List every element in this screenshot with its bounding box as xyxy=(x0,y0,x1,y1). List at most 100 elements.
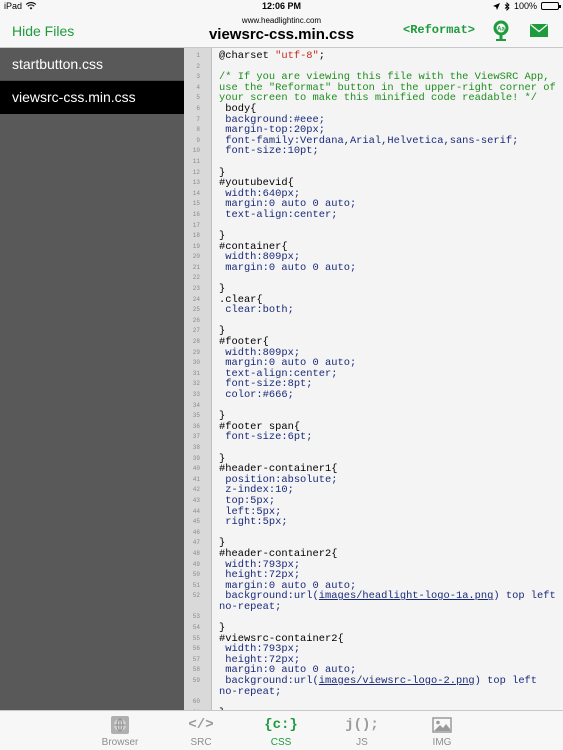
tab-js[interactable]: j(); JS xyxy=(332,714,392,748)
code-text: font-size:10pt; xyxy=(219,145,319,158)
line-number: 25 xyxy=(192,306,200,314)
code-line: 21 margin:0 auto 0 auto; xyxy=(184,263,563,274)
line-number: 59 xyxy=(192,677,200,685)
line-number: 39 xyxy=(192,454,200,462)
status-right: 100% xyxy=(492,1,561,11)
code-line: 48 #header-container2{ xyxy=(184,549,563,560)
tab-css[interactable]: {c:} CSS xyxy=(251,714,311,748)
line-number: 34 xyxy=(192,401,200,409)
code-line: 6 body{ xyxy=(184,104,563,115)
reformat-button[interactable]: <Reformat> xyxy=(403,23,475,37)
line-number: 35 xyxy=(192,412,200,420)
line-number: 4 xyxy=(196,83,200,91)
line-number: 10 xyxy=(192,147,200,155)
code-text: your screen to make this minified code r… xyxy=(219,92,538,105)
code-text: top:5px; xyxy=(219,494,276,507)
src-icon: </> xyxy=(188,717,214,733)
code-text: color:#666; xyxy=(219,389,294,401)
file-title: viewsrc-css.min.css xyxy=(208,26,355,43)
line-number: 32 xyxy=(192,380,200,388)
line-number: 57 xyxy=(192,655,200,663)
line-number: 8 xyxy=(196,126,200,134)
code-line: 16 text-align:center; xyxy=(184,210,563,221)
line-number: 54 xyxy=(192,624,200,632)
tab-label: SRC xyxy=(190,737,212,748)
tab-img[interactable]: IMG xyxy=(412,714,472,748)
css-icon: {c:} xyxy=(264,717,298,733)
code-line: 17 xyxy=(184,221,563,232)
line-number: 30 xyxy=(192,359,200,367)
browser-icon xyxy=(111,716,129,734)
tab-label: IMG xyxy=(432,737,452,748)
code-line: 26 xyxy=(184,316,563,327)
code-text: margin:0 auto 0 auto; xyxy=(219,261,357,274)
nav-title-block: www.headlightinc.com viewsrc-css.min.css xyxy=(0,16,563,43)
code-line: 45 right:5px; xyxy=(184,517,563,528)
js-icon: j(); xyxy=(345,717,379,733)
line-number: 6 xyxy=(196,104,200,112)
line-number: 52 xyxy=(192,592,200,600)
line-number: 27 xyxy=(192,327,200,335)
line-number: 7 xyxy=(196,115,200,123)
code-line: 1 @charset "utf-8"; xyxy=(184,51,563,62)
code-line: no-repeat; xyxy=(184,602,563,613)
line-number: 15 xyxy=(192,200,200,208)
line-number: 19 xyxy=(192,242,200,250)
status-time: 12:06 PM xyxy=(261,1,302,11)
globe-icon[interactable]: Aa xyxy=(492,20,510,42)
line-number: 17 xyxy=(192,221,200,229)
code-text: no-repeat; xyxy=(219,685,282,698)
code-text: font-size:6pt; xyxy=(219,431,313,444)
battery-icon xyxy=(541,2,561,10)
line-number: 45 xyxy=(192,518,200,526)
navigation-bar: Hide Files www.headlightinc.com viewsrc-… xyxy=(0,14,563,48)
code-line: 11 xyxy=(184,157,563,168)
code-line: 46 xyxy=(184,528,563,539)
line-number: 1 xyxy=(196,52,200,59)
battery-percent: 100% xyxy=(513,1,537,11)
line-number: 24 xyxy=(192,295,200,303)
status-bar: iPad 12:06 PM 100% xyxy=(0,0,563,14)
code-text: @charset "utf-8"; xyxy=(219,50,326,62)
line-number: 46 xyxy=(192,528,200,536)
line-number: 41 xyxy=(192,475,200,483)
site-url: www.headlightinc.com xyxy=(241,16,322,25)
line-number: 16 xyxy=(192,210,200,218)
svg-text:Aa: Aa xyxy=(497,27,505,33)
line-number: 60 xyxy=(192,698,200,706)
line-number: 23 xyxy=(192,285,200,293)
code-viewer[interactable]: 1 @charset "utf-8"; 2 3/* If you are viewin… xyxy=(184,48,563,710)
code-line: 33 color:#666; xyxy=(184,390,563,401)
line-number: 18 xyxy=(192,232,200,240)
line-number: 28 xyxy=(192,338,200,346)
code-line: 43 top:5px; xyxy=(184,496,563,507)
line-number: 5 xyxy=(196,94,200,102)
code-text: right:5px; xyxy=(219,516,288,529)
line-number: 58 xyxy=(192,666,200,674)
line-number: 50 xyxy=(192,571,200,579)
line-number: 43 xyxy=(192,496,200,504)
file-item-viewsrc-css[interactable]: viewsrc-css.min.css xyxy=(0,81,184,114)
code-text: body{ xyxy=(219,102,257,115)
file-item-startbutton[interactable]: startbutton.css xyxy=(0,48,184,81)
tab-browser[interactable]: Browser xyxy=(90,714,150,748)
line-number: 11 xyxy=(192,157,200,165)
line-number: 26 xyxy=(192,316,200,324)
line-number: 48 xyxy=(192,549,200,557)
line-number: 21 xyxy=(192,263,200,271)
mail-icon[interactable] xyxy=(530,24,548,37)
code-line: 53 xyxy=(184,612,563,623)
code-line: 37 font-size:6pt; xyxy=(184,432,563,443)
tab-src[interactable]: </> SRC xyxy=(171,714,231,748)
tab-bar: Browser </> SRC {c:} CSS j(); JS IMG xyxy=(0,710,563,750)
location-arrow-icon xyxy=(492,2,500,10)
line-number: 29 xyxy=(192,348,200,356)
code-line: 38 xyxy=(184,443,563,454)
line-number: 49 xyxy=(192,560,200,568)
line-number: 38 xyxy=(192,443,200,451)
bluetooth-icon xyxy=(504,1,510,11)
code-line: 25 clear:both; xyxy=(184,305,563,316)
line-number: 2 xyxy=(196,62,200,70)
tab-label: JS xyxy=(356,737,368,748)
code-line: 22 xyxy=(184,273,563,284)
